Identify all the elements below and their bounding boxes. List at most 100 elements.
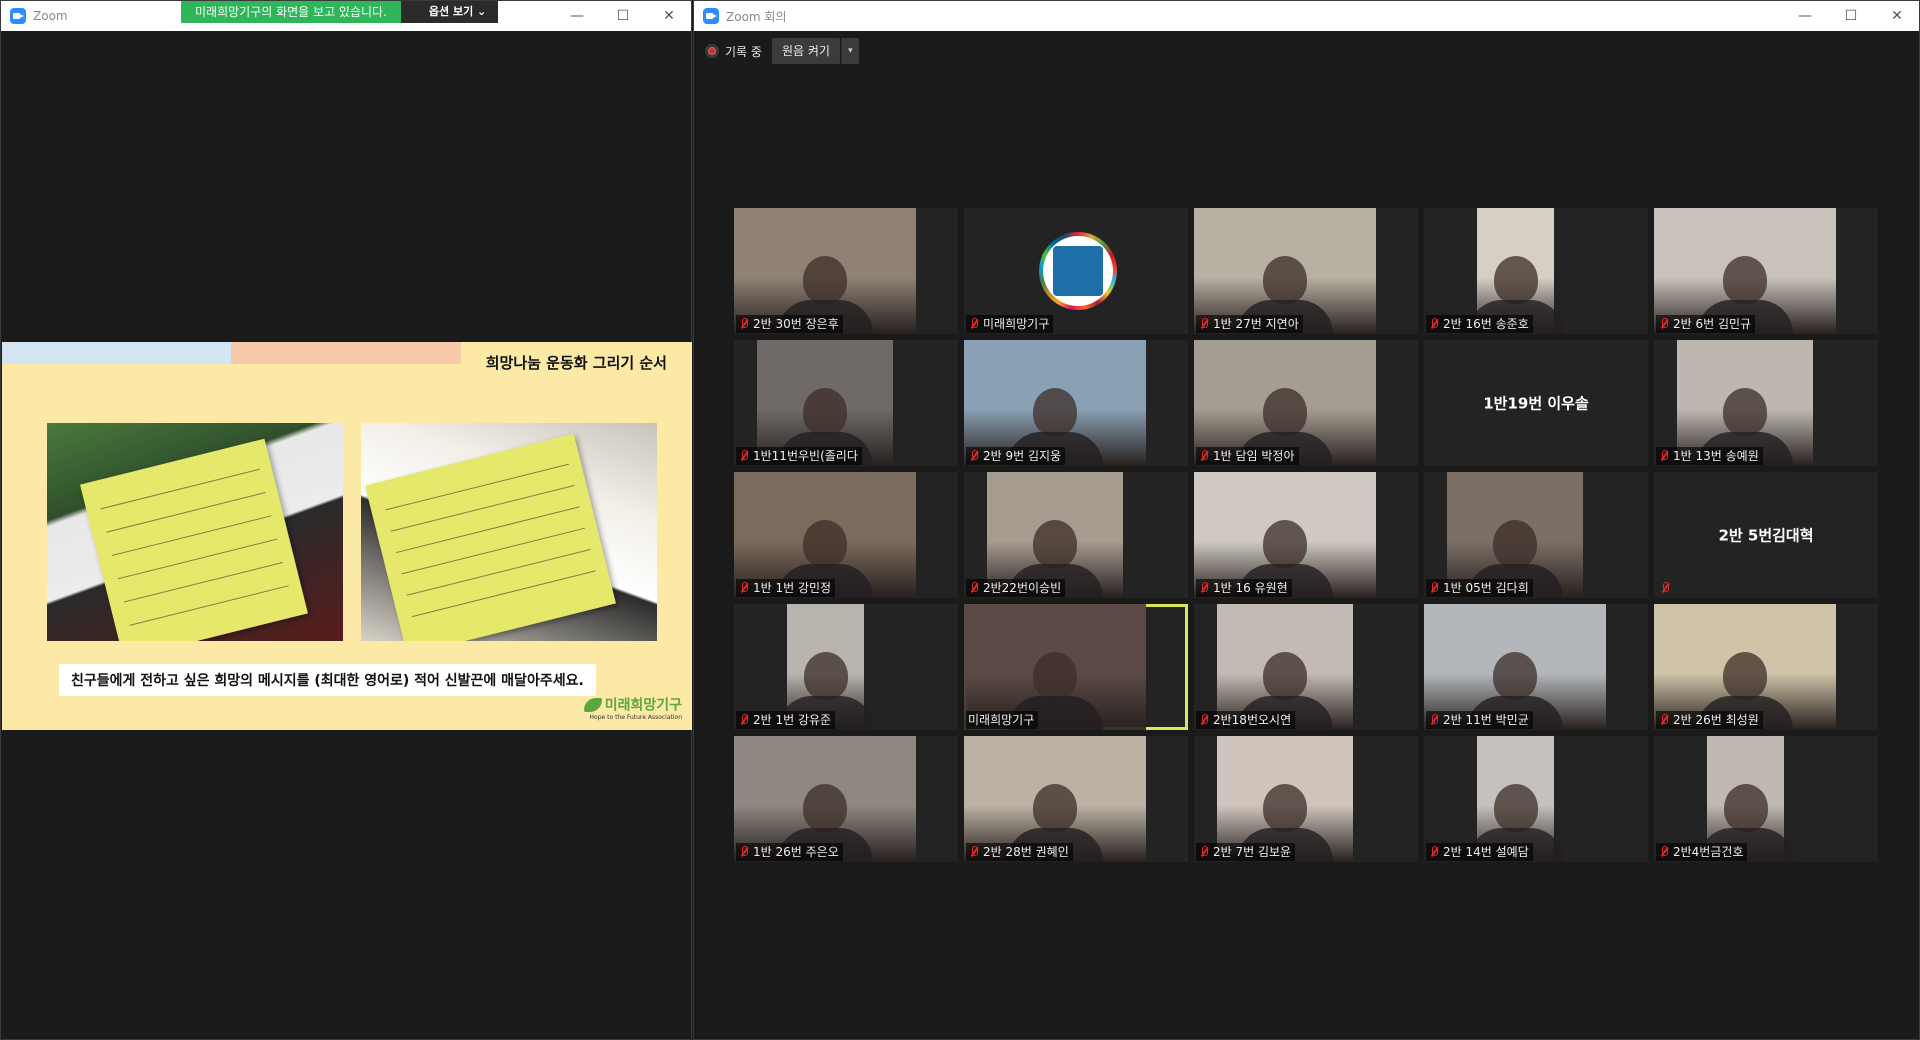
participant-tile[interactable]: 1반 05번 김다희 xyxy=(1424,472,1648,598)
participant-tile[interactable]: 2반 16번 송준호 xyxy=(1424,208,1648,334)
share-banner-text: 미래희망기구의 화면을 보고 있습니다. xyxy=(181,1,401,23)
participant-tile[interactable]: 2반 6번 김민규 xyxy=(1654,208,1878,334)
participant-tile[interactable]: 2반 1번 강유준 xyxy=(734,604,958,730)
screen-share-banner: 미래희망기구의 화면을 보고 있습니다. 옵션 보기 ⌄ xyxy=(181,1,499,23)
participant-tile[interactable]: 2반 11번 박민균 xyxy=(1424,604,1648,730)
close-button[interactable]: ✕ xyxy=(646,1,692,31)
sdg-book-club-logo xyxy=(1039,232,1117,310)
participant-tile[interactable]: 1반 1번 강민정 xyxy=(734,472,958,598)
participant-tile[interactable]: 2반 5번김대혁 xyxy=(1654,472,1878,598)
maximize-button[interactable]: ☐ xyxy=(1828,1,1874,31)
leaf-logo-icon xyxy=(583,697,602,712)
participant-name-label: 미래희망기구 xyxy=(966,711,1039,729)
chevron-down-icon[interactable]: ▾ xyxy=(840,38,859,64)
participant-name: 2반 28번 권혜인 xyxy=(983,845,1069,859)
close-button[interactable]: ✕ xyxy=(1874,1,1920,31)
participant-name-label: 2반 11번 박민균 xyxy=(1426,711,1533,729)
muted-mic-icon xyxy=(1659,581,1671,595)
participant-name: 미래희망기구 xyxy=(968,713,1035,727)
participant-name: 2반 1번 강유준 xyxy=(753,713,832,727)
participant-tile[interactable]: 2반 9번 김지웅 xyxy=(964,340,1188,466)
participant-tile[interactable]: 2반 14번 설예담 xyxy=(1424,736,1648,862)
participant-tile[interactable]: 2반22번이승빈 xyxy=(964,472,1188,598)
participant-tile[interactable]: 1반 16 유원현 xyxy=(1194,472,1418,598)
participant-name-label: 2반18번오시연 xyxy=(1196,711,1296,729)
shared-slide: 희망나눔 운동화 그리기 순서 친구들에게 전하고 싶은 희망의 메시지를 (최… xyxy=(2,342,692,730)
participant-name-label: 1반11번우빈(졸리다 xyxy=(736,447,862,465)
muted-mic-icon xyxy=(1428,581,1440,595)
meeting-window-title: Zoom 회의 xyxy=(726,9,787,24)
muted-mic-icon xyxy=(968,317,980,331)
muted-mic-icon xyxy=(1428,845,1440,859)
participant-name-label: 2반 1번 강유준 xyxy=(736,711,836,729)
participant-tile[interactable]: 1반 13번 송예원 xyxy=(1654,340,1878,466)
participant-tile[interactable]: 2반 30번 장은후 xyxy=(734,208,958,334)
logo-english-text: Hope to the Future Association xyxy=(589,713,682,721)
participant-name-center: 1반19번 이우솔 xyxy=(1483,394,1589,413)
participant-tile[interactable]: 2반4번금건호 xyxy=(1654,736,1878,862)
muted-mic-icon xyxy=(738,317,750,331)
participant-tile[interactable]: 2반 26번 최성원 xyxy=(1654,604,1878,730)
muted-mic-icon xyxy=(1658,713,1670,727)
participant-name-label: 2반 14번 설예담 xyxy=(1426,843,1533,861)
slide-photo-shoe-note xyxy=(361,423,657,641)
participant-tile[interactable]: 1반 27번 지연아 xyxy=(1194,208,1418,334)
participant-name: 1반 05번 김다희 xyxy=(1443,581,1529,595)
minimize-button[interactable]: — xyxy=(554,1,600,31)
participant-name: 미래희망기구 xyxy=(983,317,1050,331)
participant-tile[interactable]: 1반 담임 박정아 xyxy=(1194,340,1418,466)
participant-name: 2반 26번 최성원 xyxy=(1673,713,1759,727)
participant-name-label: 2반 6번 김민규 xyxy=(1656,315,1756,333)
muted-mic-icon xyxy=(1198,845,1210,859)
muted-mic-icon xyxy=(968,845,980,859)
muted-mic-icon xyxy=(1658,845,1670,859)
participant-name: 2반 6번 김민규 xyxy=(1673,317,1752,331)
participant-name: 2반22번이승빈 xyxy=(983,581,1062,595)
participant-name: 2반18번오시연 xyxy=(1213,713,1292,727)
logo-korean-text: 미래희망기구 xyxy=(604,697,682,714)
participant-tile[interactable]: 1반 26번 주은오 xyxy=(734,736,958,862)
participant-name: 1반 1번 강민정 xyxy=(753,581,832,595)
screen-share-window: Zoom — ☐ ✕ 미래희망기구의 화면을 보고 있습니다. 옵션 보기 ⌄ … xyxy=(0,0,692,1040)
muted-mic-icon xyxy=(1198,449,1210,463)
participant-name-label: 2반 26번 최성원 xyxy=(1656,711,1763,729)
minimize-button[interactable]: — xyxy=(1782,1,1828,31)
participant-name-label: 1반 05번 김다희 xyxy=(1426,579,1533,597)
zoom-app-icon xyxy=(10,8,26,24)
participant-name-label: 2반4번금건호 xyxy=(1656,843,1748,861)
muted-mic-icon xyxy=(738,713,750,727)
zoom-app-icon xyxy=(703,8,719,24)
participant-tile[interactable]: 1반19번 이우솔 xyxy=(1424,340,1648,466)
participant-name: 2반4번금건호 xyxy=(1673,845,1744,859)
muted-mic-icon xyxy=(968,581,980,595)
recording-label: 기록 중 xyxy=(725,44,762,59)
muted-mic-icon xyxy=(1198,581,1210,595)
muted-mic-icon xyxy=(968,449,980,463)
muted-mic-icon xyxy=(1428,317,1440,331)
participant-tile[interactable]: 미래희망기구 xyxy=(964,604,1188,730)
participant-tile[interactable]: 2반 28번 권혜인 xyxy=(964,736,1188,862)
participant-tile[interactable]: 미래희망기구 xyxy=(964,208,1188,334)
participant-tile[interactable]: 2반 7번 김보윤 xyxy=(1194,736,1418,862)
participant-name-label: 2반 16번 송준호 xyxy=(1426,315,1533,333)
original-sound-button[interactable]: 원음 켜기 xyxy=(771,38,840,64)
participant-name: 1반 담임 박정아 xyxy=(1213,449,1295,463)
participant-name-label: 미래희망기구 xyxy=(966,315,1054,333)
participant-name-label: 1반 26번 주은오 xyxy=(736,843,843,861)
recording-indicator: 기록 중 원음 켜기 ▾ xyxy=(705,38,859,64)
participant-name: 2반 16번 송준호 xyxy=(1443,317,1529,331)
participant-name-label: 1반 담임 박정아 xyxy=(1196,447,1299,465)
organization-logo: 미래희망기구 Hope to the Future Association xyxy=(583,694,682,721)
record-icon xyxy=(705,44,719,58)
participant-name-center: 2반 5번김대혁 xyxy=(1718,526,1814,545)
slide-stripe xyxy=(2,342,231,364)
gallery-view: 2반 30번 장은후미래희망기구 1반 27번 지연아 2반 16번 송준호 2반 6… xyxy=(734,208,1878,862)
muted-mic-icon xyxy=(1198,317,1210,331)
participant-tile[interactable]: 1반11번우빈(졸리다 xyxy=(734,340,958,466)
maximize-button[interactable]: ☐ xyxy=(600,1,646,31)
participant-name: 1반 13번 송예원 xyxy=(1673,449,1759,463)
meeting-titlebar: Zoom 회의 — ☐ ✕ xyxy=(694,1,1919,31)
participant-tile[interactable]: 2반18번오시연 xyxy=(1194,604,1418,730)
participant-name-label: 2반22번이승빈 xyxy=(966,579,1066,597)
view-options-button[interactable]: 옵션 보기 ⌄ xyxy=(400,1,499,23)
